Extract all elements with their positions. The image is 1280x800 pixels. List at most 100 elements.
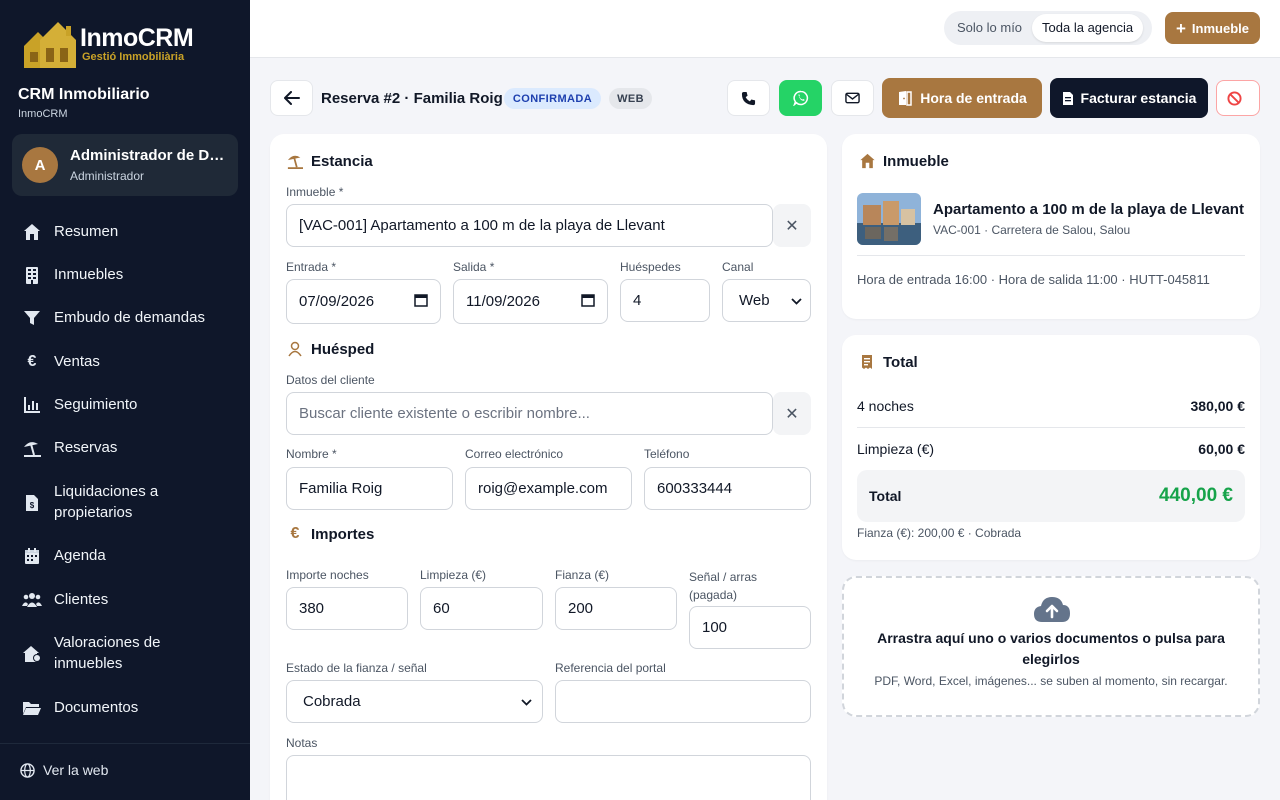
add-property-label: Inmueble [1191, 20, 1249, 36]
brand-tagline: Gestió Immobiliària [82, 51, 185, 63]
checkout-date-field[interactable]: 11/09/2026 [453, 279, 608, 324]
amounts-section-label: Importes [311, 525, 375, 543]
view-website-link[interactable]: Ver la web [20, 762, 108, 778]
sidebar-item-documentos[interactable]: Documentos [22, 697, 232, 718]
dropzone-subtitle: PDF, Word, Excel, imágenes... se suben a… [874, 674, 1228, 688]
deposit-status-select[interactable]: Cobrada [286, 680, 543, 723]
brand-logo[interactable]: InmoCRM Gestió Immobiliària [20, 18, 194, 70]
sidebar-item-label: Seguimiento [54, 396, 138, 413]
portal-ref-label: Referencia del portal [555, 661, 666, 675]
downpayment-field[interactable]: 100 [689, 606, 811, 649]
checkin-time-label: Hora de entrada [920, 90, 1027, 106]
sidebar-item-reservas[interactable]: Reservas [22, 437, 232, 458]
sidebar-item-label: Valoraciones de inmuebles [54, 634, 161, 672]
phone-field[interactable]: 600333444 [644, 467, 811, 510]
guest-section-title: Huésped [286, 340, 374, 358]
sidebar-item-embudo[interactable]: Embudo de demandas [22, 307, 232, 328]
checkout-date-value: 11/09/2026 [466, 293, 540, 310]
user-icon [286, 340, 304, 358]
clear-client-button[interactable]: ✕ [773, 392, 811, 435]
notes-textarea[interactable] [286, 755, 811, 800]
clear-property-button[interactable]: ✕ [773, 204, 811, 247]
deposit-status-value: Cobrada [303, 693, 361, 710]
property-summary-card: Inmueble Apartamento a 100 m de la playa… [842, 134, 1260, 319]
total-row-cleaning: Limpieza (€) 60,00 € [857, 441, 1245, 457]
divider [857, 255, 1245, 256]
user-card[interactable]: A Administrador de Demo Administrador [12, 134, 238, 196]
building-icon [22, 265, 42, 285]
sidebar-item-inmuebles[interactable]: Inmuebles [22, 264, 232, 285]
page-title: Reserva #2 · Familia Roig [321, 90, 503, 107]
sidebar-item-label: Resumen [54, 223, 119, 240]
sidebar-item-clientes[interactable]: Clientes [22, 589, 232, 610]
downpayment-label: Señal / arras (pagada) [689, 570, 758, 602]
cancel-reservation-button[interactable] [1216, 80, 1260, 116]
invoice-stay-button[interactable]: Facturar estancia [1050, 78, 1208, 118]
sidebar-item-resumen[interactable]: Resumen [22, 221, 232, 242]
client-label: Datos del cliente [286, 373, 375, 387]
cleaning-field[interactable]: 60 [420, 587, 543, 630]
scope-option-mine[interactable]: Solo lo mío [947, 14, 1032, 42]
workspace-title: CRM Inmobiliario [18, 86, 150, 103]
envelope-icon [845, 92, 860, 104]
reservation-form-card: Estancia Inmueble * [VAC-001] Apartament… [270, 134, 827, 800]
total-card-title-label: Total [883, 353, 918, 371]
property-label: Inmueble * [286, 185, 344, 199]
deposit-status-label: Estado de la fianza / señal [286, 661, 427, 675]
sidebar-item-liquidaciones[interactable]: $ Liquidaciones a propietarios [22, 481, 232, 523]
sidebar-item-valoraciones[interactable]: Valoraciones de inmuebles [22, 632, 232, 674]
channel-label: Canal [722, 260, 754, 274]
euro-icon: € [27, 352, 37, 370]
checkin-time-button[interactable]: Hora de entrada [882, 78, 1042, 118]
email-field[interactable]: roig@example.com [465, 467, 632, 510]
sidebar-item-agenda[interactable]: Agenda [22, 545, 232, 566]
stay-section-label: Estancia [311, 152, 373, 170]
checkin-date-value: 07/09/2026 [299, 293, 375, 310]
deposit-field[interactable]: 200 [555, 587, 677, 630]
scope-option-agency[interactable]: Toda la agencia [1032, 14, 1144, 42]
grand-total: Total 440,00 € [857, 470, 1245, 522]
property-name[interactable]: Apartamento a 100 m de la playa de Lleva… [933, 201, 1244, 218]
back-button[interactable] [270, 80, 313, 116]
email-button[interactable] [831, 80, 874, 116]
sidebar-item-seguimiento[interactable]: Seguimiento [22, 394, 232, 415]
home-icon [858, 152, 876, 170]
arrow-left-icon [283, 91, 300, 105]
total-row-value: 380,00 € [1190, 398, 1246, 414]
add-property-button[interactable]: + Inmueble [1165, 12, 1260, 44]
brand-name: InmoCRM [80, 24, 194, 52]
status-badge: CONFIRMADA [504, 88, 601, 109]
call-button[interactable] [727, 80, 770, 116]
reservation-header: Reserva #2 · Familia Roig CONFIRMADA WEB… [270, 78, 1260, 118]
euro-icon: € [290, 525, 300, 542]
document-dropzone[interactable]: Arrastra aquí uno o varios documentos o … [842, 576, 1260, 717]
nights-amount-label: Importe noches [286, 568, 369, 582]
checkout-label: Salida * [453, 260, 495, 274]
calendar-icon[interactable] [581, 293, 595, 311]
phone-label: Teléfono [644, 447, 690, 461]
portal-ref-field[interactable] [555, 680, 811, 723]
property-thumbnail[interactable] [857, 193, 921, 245]
guests-label: Huéspedes [620, 260, 681, 274]
name-field[interactable]: Familia Roig [286, 467, 453, 510]
ban-icon [1227, 90, 1242, 106]
property-field[interactable]: [VAC-001] Apartamento a 100 m de la play… [286, 204, 773, 247]
umbrella-beach-icon [286, 152, 304, 170]
amounts-section-title: € Importes [286, 525, 375, 543]
channel-select[interactable]: Web [722, 279, 811, 322]
whatsapp-button[interactable] [779, 80, 822, 116]
guests-field[interactable]: 4 [620, 279, 710, 322]
workspace-subtitle: InmoCRM [18, 108, 68, 120]
sidebar-item-ventas[interactable]: € Ventas [22, 351, 232, 372]
users-icon [22, 590, 42, 610]
cleaning-label: Limpieza (€) [420, 568, 487, 582]
grand-total-value: 440,00 € [1159, 485, 1233, 506]
sidebar-item-label: Ventas [54, 353, 100, 370]
calendar-icon[interactable] [414, 293, 428, 311]
checkin-date-field[interactable]: 07/09/2026 [286, 279, 441, 324]
nights-amount-field[interactable]: 380 [286, 587, 408, 630]
client-search-input[interactable]: Buscar cliente existente o escribir nomb… [286, 392, 773, 435]
receipt-icon [858, 353, 876, 371]
sidebar-item-label: Liquidaciones a propietarios [54, 483, 159, 521]
invoice-icon: $ [22, 493, 42, 513]
